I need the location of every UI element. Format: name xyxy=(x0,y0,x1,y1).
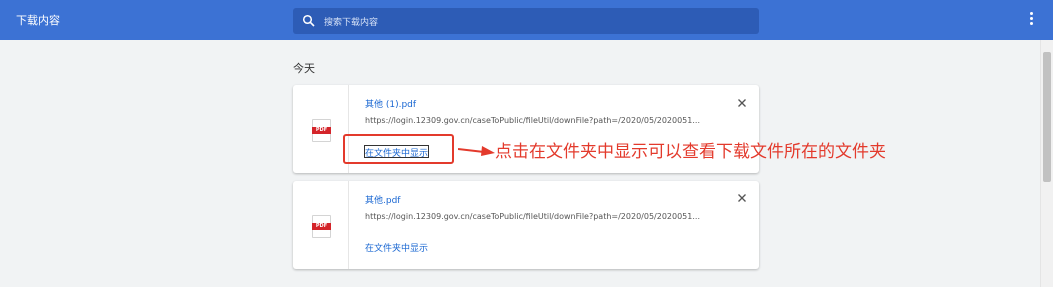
scrollbar[interactable] xyxy=(1040,40,1053,287)
file-icon-column: PDF xyxy=(293,181,349,269)
close-icon[interactable] xyxy=(737,98,747,108)
show-in-folder-link[interactable]: 在文件夹中显示 xyxy=(365,241,428,254)
close-icon[interactable] xyxy=(737,193,747,203)
download-card: PDF 其他.pdf https://login.12309.gov.cn/ca… xyxy=(293,181,759,269)
kebab-dot-icon xyxy=(1029,17,1033,20)
file-url: https://login.12309.gov.cn/caseToPublic/… xyxy=(365,212,700,221)
search-input[interactable]: 搜索下载内容 xyxy=(324,15,378,28)
top-bar: 下载内容 搜索下载内容 xyxy=(0,0,1053,40)
pdf-file-icon: PDF xyxy=(312,119,331,142)
more-menu-button[interactable] xyxy=(1027,12,1035,28)
section-heading-today: 今天 xyxy=(293,62,315,75)
search-icon xyxy=(302,14,315,27)
kebab-dot-icon xyxy=(1029,12,1033,15)
pdf-icon-label: PDF xyxy=(312,223,331,230)
annotation-arrow-icon xyxy=(458,146,495,156)
annotation-highlight-box xyxy=(343,134,454,164)
file-name-link[interactable]: 其他.pdf xyxy=(365,193,400,206)
pdf-file-icon: PDF xyxy=(312,215,331,238)
file-name-link[interactable]: 其他 (1).pdf xyxy=(365,97,416,110)
pdf-icon-label: PDF xyxy=(312,127,331,134)
search-box[interactable]: 搜索下载内容 xyxy=(293,8,759,34)
file-url: https://login.12309.gov.cn/caseToPublic/… xyxy=(365,116,700,125)
annotation-text: 点击在文件夹中显示可以查看下载文件所在的文件夹 xyxy=(495,142,886,162)
file-icon-column: PDF xyxy=(293,85,349,173)
page-title: 下载内容 xyxy=(16,14,60,27)
scrollbar-thumb[interactable] xyxy=(1043,52,1051,182)
kebab-dot-icon xyxy=(1029,22,1033,25)
